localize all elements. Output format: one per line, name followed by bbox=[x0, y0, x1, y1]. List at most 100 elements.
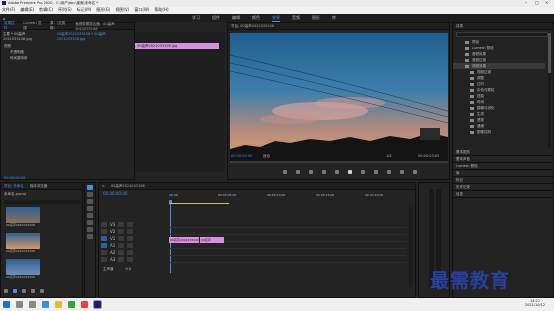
close-icon[interactable]: × bbox=[545, 0, 548, 5]
fit-dropdown[interactable]: 适合 bbox=[263, 154, 270, 159]
search-icon[interactable] bbox=[16, 301, 23, 308]
effect-controls-timecode[interactable]: 00:00:00:00 bbox=[4, 176, 25, 180]
side-section-item[interactable]: 标记 bbox=[453, 177, 553, 184]
track-visibility-icon[interactable] bbox=[127, 222, 134, 227]
track-lock-icon[interactable] bbox=[118, 236, 125, 241]
timeline-timecode[interactable]: 00:00:00:00 bbox=[103, 191, 127, 196]
menu-item-1[interactable]: 编辑(E) bbox=[20, 7, 34, 14]
track-target-toggle[interactable] bbox=[101, 236, 107, 241]
track-label[interactable]: A3 bbox=[110, 257, 115, 262]
minimize-icon[interactable]: – bbox=[525, 0, 527, 5]
project-item[interactable]: 00高声2021033108 bbox=[6, 233, 40, 253]
play-icon[interactable] bbox=[348, 170, 352, 174]
edge-browser-icon[interactable] bbox=[42, 301, 49, 308]
track-label[interactable]: A2 bbox=[110, 250, 115, 255]
timeline-close-icon[interactable]: × bbox=[102, 184, 105, 188]
project-tab-1[interactable]: 媒体浏览器 bbox=[30, 184, 48, 189]
icon-view-icon[interactable] bbox=[13, 289, 17, 293]
track-lock-icon[interactable] bbox=[118, 250, 125, 255]
workspace-tab-1[interactable]: 组件 bbox=[212, 15, 220, 21]
track-target-toggle[interactable] bbox=[101, 250, 107, 255]
program-timecode[interactable]: 00:00:00:00 bbox=[231, 154, 252, 158]
track-lane[interactable] bbox=[169, 234, 407, 235]
chrome-icon[interactable] bbox=[81, 301, 88, 308]
effects-search-input[interactable] bbox=[456, 32, 548, 37]
timeline-sequence-tab[interactable]: 00高声2021033108 bbox=[111, 184, 145, 189]
track-lane[interactable] bbox=[169, 262, 407, 263]
side-section-item[interactable]: Lumetri 颜色 bbox=[453, 163, 553, 170]
effects-tree-item[interactable]: 图像控制 bbox=[453, 129, 545, 135]
timeline-clip-1[interactable]: 00高声2021033108 bbox=[169, 237, 199, 243]
menu-item-0[interactable]: 文件(F) bbox=[2, 7, 15, 14]
effect-controls-tab-1[interactable]: Lumetri 范围 bbox=[23, 21, 44, 31]
track-visibility-icon[interactable] bbox=[127, 229, 134, 234]
track-target-toggle[interactable] bbox=[101, 257, 107, 262]
track-lane[interactable] bbox=[169, 255, 407, 256]
file-explorer-icon[interactable] bbox=[55, 301, 62, 308]
effect-controls-tab-2[interactable]: 源：(无剪辑) bbox=[50, 21, 69, 31]
workspace-tab-6[interactable]: 图形 bbox=[312, 15, 320, 21]
step-forward-icon[interactable] bbox=[361, 170, 365, 174]
razor-tool-icon[interactable] bbox=[87, 206, 93, 211]
ripple-edit-tool-icon[interactable] bbox=[87, 199, 93, 204]
side-section-item[interactable]: 基本声音 bbox=[453, 156, 553, 163]
track-label[interactable]: V1 bbox=[110, 236, 115, 241]
track-lock-icon[interactable] bbox=[118, 257, 125, 262]
track-target-toggle[interactable] bbox=[101, 243, 107, 248]
menu-item-4[interactable]: 标记(M) bbox=[77, 7, 92, 14]
new-bin-icon[interactable] bbox=[22, 289, 26, 293]
extract-icon[interactable] bbox=[400, 170, 404, 174]
workspace-tab-4[interactable]: 效果 bbox=[272, 15, 280, 22]
project-search-input[interactable] bbox=[4, 200, 80, 204]
resolution-dropdown[interactable]: 1/2 bbox=[386, 154, 392, 158]
step-back-icon[interactable] bbox=[335, 170, 339, 174]
menu-item-3[interactable]: 序列(S) bbox=[58, 7, 72, 14]
track-lock-icon[interactable] bbox=[118, 222, 125, 227]
go-to-in-icon[interactable] bbox=[322, 170, 326, 174]
timeline-scrollbar[interactable] bbox=[409, 207, 412, 287]
project-item[interactable]: 00高声2021033108 bbox=[6, 259, 40, 279]
premiere-taskbar-icon[interactable] bbox=[93, 300, 102, 309]
track-target-toggle[interactable] bbox=[101, 222, 107, 227]
hand-tool-icon[interactable] bbox=[87, 227, 93, 232]
list-view-icon[interactable] bbox=[4, 289, 8, 293]
export-frame-icon[interactable] bbox=[413, 170, 417, 174]
side-section-item[interactable]: 信息 bbox=[453, 191, 553, 198]
effect-section-2[interactable]: 时间重映射 bbox=[4, 55, 134, 61]
track-visibility-icon[interactable] bbox=[127, 236, 134, 241]
menu-item-5[interactable]: 图形(G) bbox=[96, 7, 110, 14]
effect-clip-bar[interactable]: 00高声2021033108.jpg bbox=[135, 43, 219, 49]
selection-tool-icon[interactable] bbox=[87, 185, 93, 190]
track-lock-icon[interactable] bbox=[118, 243, 125, 248]
add-marker-icon[interactable] bbox=[283, 170, 287, 174]
workspace-tab-7[interactable]: 库 bbox=[332, 15, 336, 21]
effects-panel-title[interactable]: 效果 bbox=[456, 24, 463, 29]
timeline-clip-2[interactable]: 00高声2021033 bbox=[200, 237, 224, 243]
video-frame[interactable] bbox=[230, 33, 448, 163]
effects-scrollbar[interactable] bbox=[548, 33, 551, 148]
program-monitor-title[interactable]: 节目: 00高声2021033108 bbox=[231, 24, 274, 29]
task-view-icon[interactable] bbox=[29, 301, 36, 308]
track-visibility-icon[interactable] bbox=[127, 250, 134, 255]
windows-start-icon[interactable] bbox=[3, 301, 10, 308]
track-select-tool-icon[interactable] bbox=[87, 192, 93, 197]
source-clip-label[interactable]: 主要 * 00高声2021033108.jpg bbox=[3, 32, 53, 41]
mark-out-icon[interactable] bbox=[309, 170, 313, 174]
type-tool-icon[interactable] bbox=[87, 234, 93, 239]
pen-tool-icon[interactable] bbox=[87, 220, 93, 225]
track-lock-icon[interactable] bbox=[118, 229, 125, 234]
work-area-bar[interactable] bbox=[169, 203, 229, 204]
menu-item-8[interactable]: 帮助(H) bbox=[154, 7, 168, 14]
workspace-tab-2[interactable]: 编辑 bbox=[232, 15, 240, 21]
workspace-tab-3[interactable]: 颜色 bbox=[252, 15, 260, 21]
program-scrubber[interactable] bbox=[230, 161, 448, 163]
side-section-item[interactable]: 历史记录 bbox=[453, 184, 553, 191]
track-lane[interactable] bbox=[169, 227, 407, 228]
menu-item-2[interactable]: 剪辑(C) bbox=[39, 7, 53, 14]
track-label[interactable]: V2 bbox=[110, 229, 115, 234]
track-visibility-icon[interactable] bbox=[127, 257, 134, 262]
timeline-ruler[interactable]: 00:00 00:00:05:00 00:00:10:00 00:00:15:00 00… bbox=[169, 193, 414, 199]
track-label[interactable]: A1 bbox=[110, 243, 115, 248]
workspace-tab-5[interactable]: 音频 bbox=[292, 15, 300, 21]
wechat-icon[interactable] bbox=[68, 301, 75, 308]
